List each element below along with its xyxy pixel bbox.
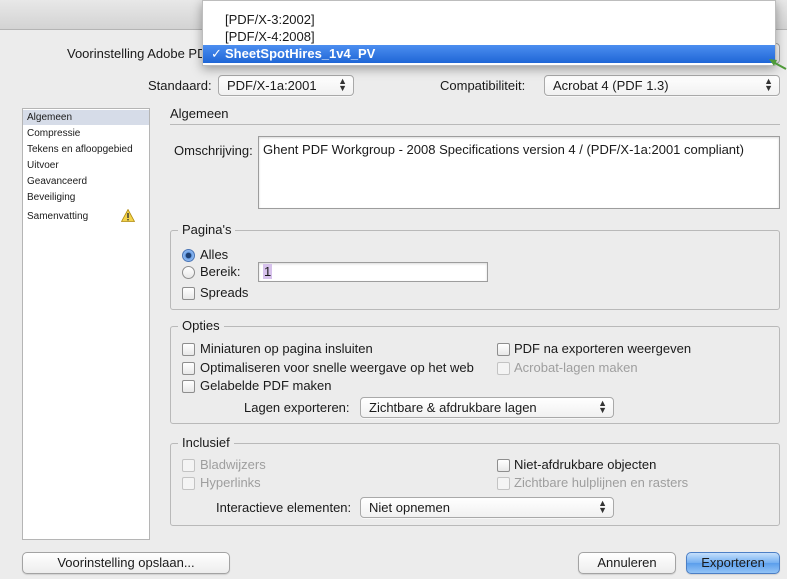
pages-all-radio[interactable] [182, 249, 195, 262]
hyperlinks-label: Hyperlinks [200, 475, 261, 490]
options-group-title: Opties [178, 318, 224, 333]
view-after-export-label: PDF na exporteren weergeven [514, 341, 692, 356]
acrobat-layers-checkbox[interactable] [497, 362, 510, 375]
embed-thumbnails-label: Miniaturen op pagina insluiten [200, 341, 373, 356]
pointer-arrow-icon [769, 59, 787, 70]
pages-group-title: Pagina's [178, 222, 236, 237]
compatibility-label: Compatibiliteit: [440, 78, 526, 93]
divider [170, 124, 780, 125]
section-title: Algemeen [170, 106, 229, 121]
preset-menu[interactable]: [PDF/X-3:2002] [PDF/X-4:2008] ✓ SheetSpo… [202, 0, 776, 66]
visible-guides-label: Zichtbare hulplijnen en rasters [514, 475, 689, 490]
cancel-button[interactable]: Annuleren [578, 552, 676, 574]
pages-range-radio[interactable] [182, 266, 195, 279]
export-button[interactable]: Exporteren [686, 552, 780, 574]
optimize-web-checkbox[interactable] [182, 362, 195, 375]
checkmark-icon: ✓ [211, 46, 222, 61]
preset-menu-item-selected[interactable]: ✓ SheetSpotHires_1v4_PV [203, 45, 775, 63]
embed-thumbnails-checkbox[interactable] [182, 343, 195, 356]
pages-range-input[interactable]: 1 [258, 262, 488, 282]
tagged-pdf-label: Gelabelde PDF maken [200, 378, 332, 393]
non-printing-checkbox[interactable] [497, 459, 510, 472]
save-preset-button[interactable]: Voorinstelling opslaan... [22, 552, 230, 574]
standard-select[interactable]: PDF/X-1a:2001 ▲ ▼ [218, 75, 354, 96]
export-layers-label: Lagen exporteren: [244, 400, 350, 415]
acrobat-layers-label: Acrobat-lagen maken [514, 360, 638, 375]
bookmarks-checkbox[interactable] [182, 459, 195, 472]
non-printing-label: Niet-afdrukbare objecten [514, 457, 657, 472]
spreads-checkbox[interactable] [182, 287, 195, 300]
export-layers-select[interactable]: Zichtbare & afdrukbare lagen ▲ ▼ [360, 397, 614, 418]
pages-all-label: Alles [200, 247, 229, 262]
updown-arrows-icon: ▲▼ [598, 398, 607, 415]
visible-guides-checkbox[interactable] [497, 477, 510, 490]
tagged-pdf-checkbox[interactable] [182, 380, 195, 393]
compatibility-select[interactable]: Acrobat 4 (PDF 1.3) ▲ ▼ [544, 75, 780, 96]
view-after-export-checkbox[interactable] [497, 343, 510, 356]
sidebar-item-compressie[interactable]: Compressie [23, 126, 149, 141]
sidebar-item-geavanceerd[interactable]: Geavanceerd [23, 174, 149, 189]
sidebar-item-algemeen[interactable]: Algemeen [23, 110, 149, 125]
sidebar-item-uitvoer[interactable]: Uitvoer [23, 158, 149, 173]
spreads-label: Spreads [200, 285, 249, 300]
interactive-elements-select[interactable]: Niet opnemen ▲ ▼ [360, 497, 614, 518]
standard-label: Standaard: [148, 78, 212, 93]
preset-label: Voorinstelling Adobe PDF: [67, 46, 219, 61]
optimize-web-label: Optimaliseren voor snelle weergave op he… [200, 360, 474, 375]
preset-menu-item[interactable]: [PDF/X-3:2002] [203, 11, 775, 29]
warning-icon [121, 209, 135, 222]
interactive-elements-label: Interactieve elementen: [216, 500, 352, 515]
category-sidebar: Algemeen Compressie Tekens en afloopgebi… [22, 108, 150, 540]
sidebar-item-tekens-afloopgebied[interactable]: Tekens en afloopgebied [23, 142, 149, 157]
updown-arrows-icon: ▲▼ [598, 498, 607, 515]
pages-range-label: Bereik: [200, 264, 241, 279]
description-textarea[interactable]: Ghent PDF Workgroup - 2008 Specification… [258, 136, 780, 209]
description-label: Omschrijving: [174, 143, 253, 158]
preset-menu-item[interactable]: [PDF/X-4:2008] [203, 28, 775, 46]
sidebar-item-beveiliging[interactable]: Beveiliging [23, 190, 149, 205]
updown-arrows-icon: ▲▼ [338, 76, 347, 93]
sidebar-item-samenvatting[interactable]: Samenvatting [23, 209, 149, 224]
include-group-title: Inclusief [178, 435, 234, 450]
bookmarks-label: Bladwijzers [200, 457, 266, 472]
hyperlinks-checkbox[interactable] [182, 477, 195, 490]
updown-arrows-icon: ▲▼ [764, 76, 773, 93]
